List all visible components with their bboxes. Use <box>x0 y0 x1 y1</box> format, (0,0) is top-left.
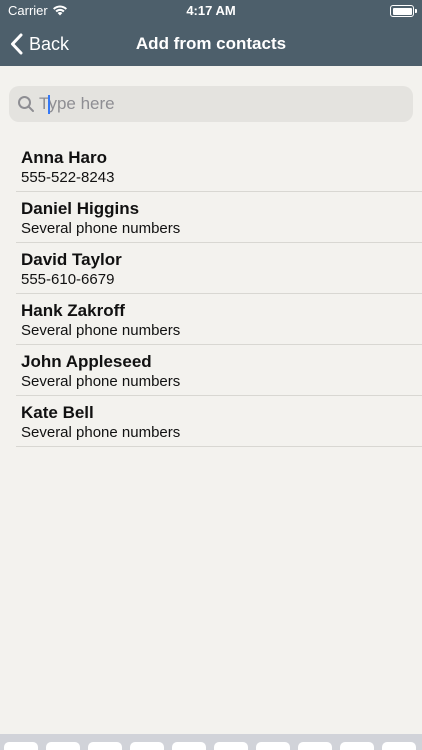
search-icon <box>18 96 34 112</box>
contact-name: Daniel Higgins <box>21 199 140 218</box>
contact-row-hank-zakroff[interactable]: Hank Zakroff Several phone numbers <box>16 294 422 345</box>
status-bar: Carrier 4:17 AM <box>0 0 422 22</box>
contact-list: Anna Haro 555-522-8243 Daniel Higgins Se… <box>0 141 422 447</box>
keyboard-key[interactable] <box>340 742 374 750</box>
keyboard-key[interactable] <box>298 742 332 750</box>
keyboard-key[interactable] <box>46 742 80 750</box>
contact-name: Kate Bell <box>21 403 94 422</box>
contact-row-david-taylor[interactable]: David Taylor 555-610-6679 <box>16 243 422 294</box>
contact-row-john-appleseed[interactable]: John Appleseed Several phone numbers <box>16 345 422 396</box>
contact-detail: Several phone numbers <box>21 220 181 237</box>
status-time: 4:17 AM <box>186 3 236 18</box>
keyboard-key[interactable] <box>130 742 164 750</box>
text-cursor <box>48 95 50 114</box>
contact-detail: 555-610-6679 <box>21 271 115 288</box>
contact-name: Anna Haro <box>21 148 107 167</box>
search-input[interactable] <box>39 86 399 122</box>
contact-row-kate-bell[interactable]: Kate Bell Several phone numbers <box>16 396 422 447</box>
contact-name: Hank Zakroff <box>21 301 125 320</box>
search-bar <box>9 86 413 122</box>
contact-row-daniel-higgins[interactable]: Daniel Higgins Several phone numbers <box>16 192 422 243</box>
navigation-bar: Back Add from contacts <box>0 22 422 66</box>
contact-detail: Several phone numbers <box>21 322 181 339</box>
contact-name: John Appleseed <box>21 352 152 371</box>
keyboard-key[interactable] <box>172 742 206 750</box>
keyboard <box>0 734 422 750</box>
keyboard-key[interactable] <box>214 742 248 750</box>
contact-row-anna-haro[interactable]: Anna Haro 555-522-8243 <box>16 141 422 192</box>
contact-detail: 555-522-8243 <box>21 169 115 186</box>
contact-detail: Several phone numbers <box>21 424 181 441</box>
keyboard-key[interactable] <box>382 742 416 750</box>
contact-detail: Several phone numbers <box>21 373 181 390</box>
battery-icon <box>390 5 417 17</box>
keyboard-key[interactable] <box>256 742 290 750</box>
keyboard-key[interactable] <box>4 742 38 750</box>
contact-name: David Taylor <box>21 250 122 269</box>
battery-level <box>392 7 412 15</box>
page-title: Add from contacts <box>135 34 287 53</box>
keyboard-key[interactable] <box>88 742 122 750</box>
